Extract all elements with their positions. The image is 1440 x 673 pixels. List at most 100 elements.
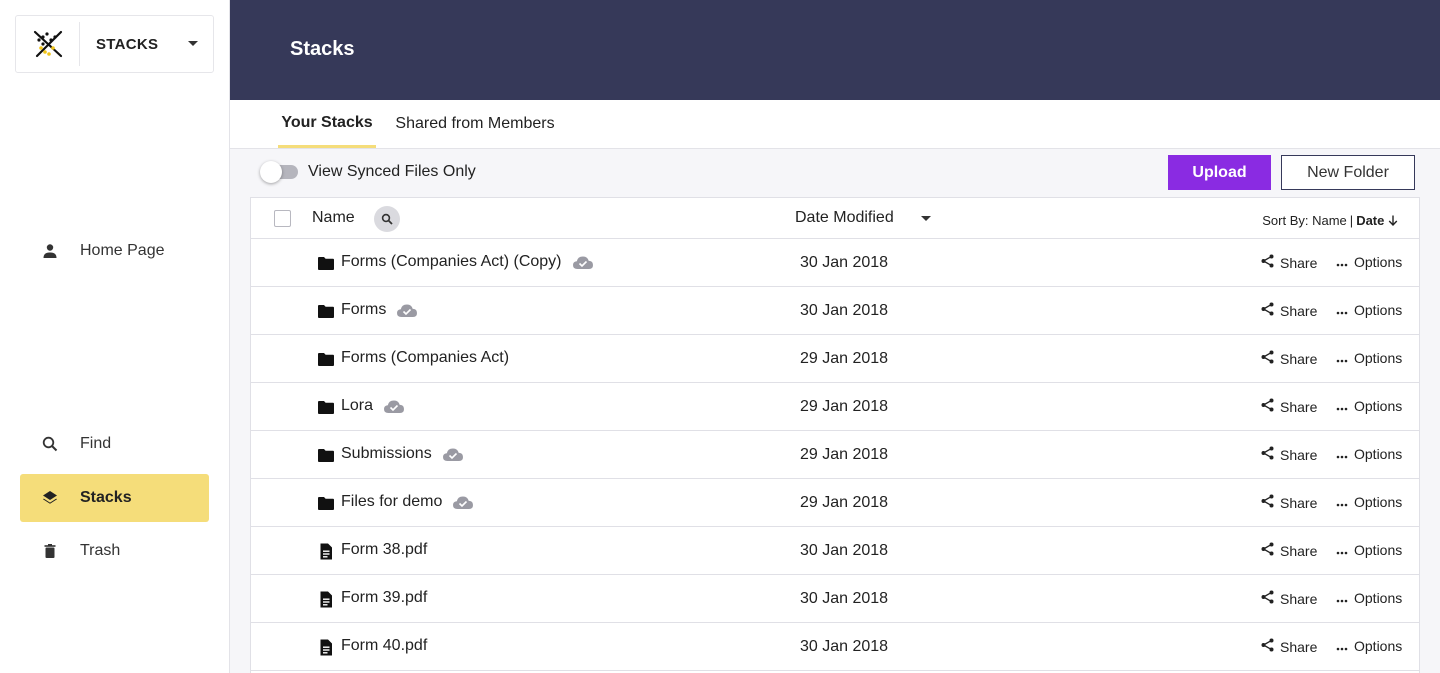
- options-button[interactable]: Options: [1336, 494, 1402, 510]
- file-name-text[interactable]: Forms: [341, 301, 386, 319]
- share-button[interactable]: Share: [1261, 302, 1317, 319]
- sort-by-label: Sort By:: [1262, 213, 1309, 228]
- table-row[interactable]: Form 39.pdf 30 Jan 2018 Share Options: [251, 575, 1419, 623]
- file-name-text[interactable]: Form 38.pdf: [341, 541, 427, 559]
- upload-button[interactable]: Upload: [1168, 155, 1271, 190]
- options-button[interactable]: Options: [1336, 638, 1402, 654]
- options-button[interactable]: Options: [1336, 350, 1402, 366]
- options-button[interactable]: Options: [1336, 302, 1402, 318]
- page-header: Stacks: [230, 0, 1440, 100]
- toggle-label: View Synced Files Only: [308, 163, 476, 180]
- sort-by-control: Sort By: Name | Date: [1262, 213, 1398, 228]
- share-label: Share: [1280, 494, 1318, 511]
- sort-by-date[interactable]: Date: [1356, 213, 1384, 228]
- share-label: Share: [1280, 398, 1318, 415]
- options-button[interactable]: Options: [1336, 398, 1402, 414]
- more-horizontal-icon: [1336, 350, 1348, 366]
- column-header-date-modified[interactable]: Date Modified: [795, 209, 894, 227]
- share-label: Share: [1280, 254, 1318, 271]
- table-row[interactable]: Forms (Companies Act) (Copy) 30 Jan 2018…: [251, 239, 1419, 287]
- sidebar-item-home-page[interactable]: Home Page: [20, 227, 209, 275]
- share-button[interactable]: Share: [1261, 494, 1317, 511]
- table-row[interactable]: Forms (Companies Act) 29 Jan 2018 Share …: [251, 335, 1419, 383]
- file-table: Name Date Modified Sort By: Name | Date Fo…: [250, 197, 1420, 673]
- file-name[interactable]: Form 39.pdf: [341, 589, 427, 607]
- file-name[interactable]: Files for demo: [341, 493, 474, 511]
- search-icon[interactable]: [374, 206, 400, 232]
- share-icon: [1261, 446, 1274, 463]
- stacks-logo-icon: [16, 22, 80, 66]
- file-name-text[interactable]: Files for demo: [341, 493, 442, 511]
- caret-down-icon[interactable]: [188, 41, 198, 46]
- table-row[interactable]: Submissions 29 Jan 2018 Share Options: [251, 431, 1419, 479]
- sort-by-name[interactable]: Name: [1312, 213, 1347, 228]
- more-horizontal-icon: [1336, 398, 1348, 414]
- sidebar-item-stacks[interactable]: Stacks: [20, 474, 209, 522]
- file-name-text[interactable]: Form 39.pdf: [341, 589, 427, 607]
- file-name[interactable]: Form 38.pdf: [341, 541, 427, 559]
- table-row[interactable]: Form 40.pdf 30 Jan 2018 Share Options: [251, 623, 1419, 671]
- synced-only-toggle[interactable]: [260, 161, 298, 183]
- synced-only-toggle-group[interactable]: View Synced Files Only: [260, 161, 476, 183]
- file-name[interactable]: Forms: [341, 301, 418, 319]
- options-button[interactable]: Options: [1336, 446, 1402, 462]
- folder-icon: [317, 254, 335, 272]
- workspace-switcher[interactable]: STACKS: [15, 15, 214, 73]
- more-horizontal-icon: [1336, 254, 1348, 270]
- share-button[interactable]: Share: [1261, 638, 1317, 655]
- file-name-text[interactable]: Forms (Companies Act) (Copy): [341, 253, 562, 271]
- tab-shared-from-members[interactable]: Shared from Members: [390, 100, 560, 148]
- file-name-text[interactable]: Lora: [341, 397, 373, 415]
- share-button[interactable]: Share: [1261, 254, 1317, 271]
- person-icon: [40, 241, 60, 261]
- column-header-name[interactable]: Name: [312, 209, 355, 227]
- search-icon: [40, 434, 60, 454]
- file-icon: [317, 590, 335, 608]
- options-label: Options: [1354, 542, 1403, 558]
- share-button[interactable]: Share: [1261, 590, 1317, 607]
- share-button[interactable]: Share: [1261, 542, 1317, 559]
- file-name[interactable]: Lora: [341, 397, 405, 415]
- share-icon: [1261, 350, 1274, 367]
- new-folder-button[interactable]: New Folder: [1281, 155, 1415, 190]
- options-button[interactable]: Options: [1336, 590, 1402, 606]
- share-button[interactable]: Share: [1261, 398, 1317, 415]
- share-icon: [1261, 494, 1274, 511]
- share-button[interactable]: Share: [1261, 446, 1317, 463]
- options-button[interactable]: Options: [1336, 254, 1402, 270]
- date-modified: 30 Jan 2018: [800, 302, 889, 319]
- table-row[interactable]: Lora 29 Jan 2018 Share Options: [251, 383, 1419, 431]
- share-icon: [1261, 638, 1274, 655]
- table-row[interactable]: Forms 30 Jan 2018 Share Options: [251, 287, 1419, 335]
- file-name[interactable]: Forms (Companies Act) (Copy): [341, 253, 594, 271]
- table-row[interactable]: Files for demo 29 Jan 2018 Share Options: [251, 479, 1419, 527]
- share-label: Share: [1280, 590, 1318, 607]
- table-header: Name Date Modified Sort By: Name | Date: [251, 198, 1419, 239]
- cloud-synced-icon: [396, 303, 418, 318]
- share-icon: [1261, 254, 1274, 271]
- select-all-checkbox[interactable]: [274, 210, 291, 227]
- table-row[interactable]: Form 38.pdf 30 Jan 2018 Share Options: [251, 527, 1419, 575]
- toggle-knob: [260, 161, 282, 183]
- file-name[interactable]: Submissions: [341, 445, 464, 463]
- folder-icon: [317, 302, 335, 320]
- options-label: Options: [1354, 494, 1403, 510]
- more-horizontal-icon: [1336, 638, 1348, 654]
- file-name-text[interactable]: Submissions: [341, 445, 432, 463]
- file-name[interactable]: Form 40.pdf: [341, 637, 427, 655]
- file-name-text[interactable]: Forms (Companies Act): [341, 349, 509, 367]
- share-button[interactable]: Share: [1261, 350, 1317, 367]
- tab-your-stacks[interactable]: Your Stacks: [278, 100, 376, 148]
- folder-icon: [317, 494, 335, 512]
- file-name[interactable]: Forms (Companies Act): [341, 349, 509, 367]
- sidebar-item-label: Home Page: [80, 242, 165, 259]
- caret-down-icon[interactable]: [921, 216, 931, 221]
- file-name-text[interactable]: Form 40.pdf: [341, 637, 427, 655]
- more-horizontal-icon: [1336, 494, 1348, 510]
- sidebar-item-trash[interactable]: Trash: [20, 527, 209, 575]
- options-button[interactable]: Options: [1336, 542, 1402, 558]
- share-icon: [1261, 590, 1274, 607]
- more-horizontal-icon: [1336, 446, 1348, 462]
- folder-icon: [317, 446, 335, 464]
- sidebar-item-find[interactable]: Find: [20, 420, 209, 468]
